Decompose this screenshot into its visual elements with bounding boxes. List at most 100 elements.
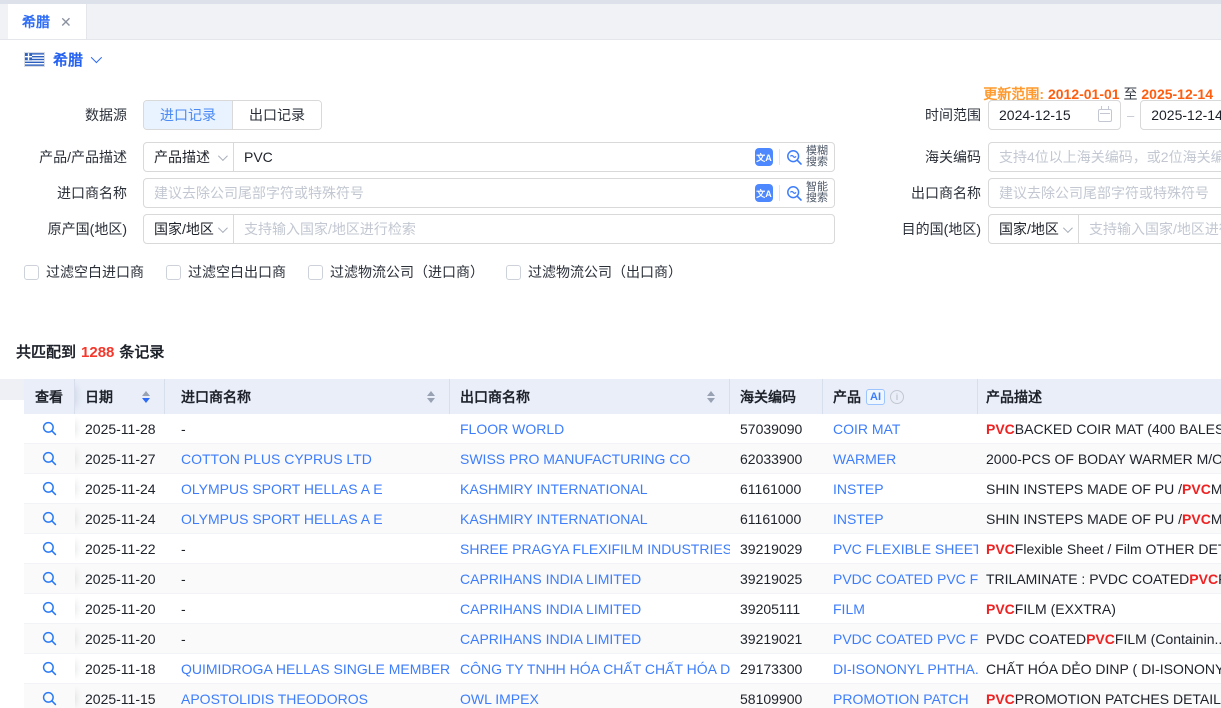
info-icon[interactable]: i [890,390,904,404]
checkbox-filter-logistics-exporter[interactable]: 过滤物流公司（出口商） [506,262,682,282]
cell-date: 2025-11-24 [75,504,165,533]
cell-exporter[interactable]: FLOOR WORLD [450,414,730,443]
cell-exporter[interactable]: KASHMIRY INTERNATIONAL [450,474,730,503]
view-magnifier-icon [42,451,57,466]
importer-input[interactable] [144,179,751,207]
greece-flag-icon [24,52,45,67]
table-row: 2025-11-22-SHREE PRAGYA FLEXIFILM INDUST… [24,534,1221,564]
cell-date: 2025-11-15 [75,684,165,708]
cell-exporter[interactable]: SHREE PRAGYA FLEXIFILM INDUSTRIES [450,534,730,563]
sort-icon[interactable] [427,391,435,403]
view-magnifier-icon [42,631,57,646]
view-button[interactable] [24,474,75,503]
date-to-input[interactable]: 2025-12-14 [1140,100,1221,130]
cell-exporter[interactable]: SWISS PRO MANUFACTURING CO [450,444,730,473]
cell-product[interactable]: PVDC COATED PVC FIL... [823,624,978,653]
view-button[interactable] [24,594,75,623]
cell-exporter[interactable]: CAPRIHANS INDIA LIMITED [450,624,730,653]
column-header-date[interactable]: 日期 [75,379,165,414]
cell-description: TRILAMINATE : PVDC COATED PVC F... [978,564,1221,593]
checkbox-icon[interactable] [166,265,181,280]
origin-country-input[interactable] [234,215,818,243]
view-button[interactable] [24,564,75,593]
filter-form: 更新范围: 2012-01-01 至 2025-12-14 数据源 进口记录 出… [0,78,1221,301]
cell-product[interactable]: INSTEP [823,504,978,533]
cell-exporter[interactable]: KASHMIRY INTERNATIONAL [450,504,730,533]
cell-exporter[interactable]: CÔNG TY TNHH HÓA CHẤT CHẤT HÓA DẺ... [450,654,730,683]
keyword-highlight: PVC [1189,571,1218,587]
origin-type-value: 国家/地区 [154,219,214,239]
table-row: 2025-11-20-CAPRIHANS INDIA LIMITED392190… [24,624,1221,654]
tab-export-records[interactable]: 出口记录 [232,101,321,129]
hs-code-input[interactable] [989,143,1221,171]
cell-product[interactable]: DI-ISONONYL PHTHA... [823,654,978,683]
column-header-exporter[interactable]: 出口商名称 [450,379,730,414]
checkbox-filter-logistics-importer[interactable]: 过滤物流公司（进口商） [308,262,484,282]
fuzzy-search-button[interactable]: 模糊搜索 [786,146,828,168]
smart-search-button[interactable]: 智能搜索 [786,182,828,204]
destination-country-input[interactable] [1079,215,1221,243]
view-button[interactable] [24,504,75,533]
checkbox-filter-blank-importer[interactable]: 过滤空白进口商 [24,262,144,282]
view-button[interactable] [24,654,75,683]
date-from-input[interactable]: 2024-12-15 [988,100,1121,130]
cell-description: SHIN INSTEPS MADE OF PU / PVC M... [978,474,1221,503]
checkbox-icon[interactable] [24,265,39,280]
cell-importer[interactable]: COTTON PLUS CYPRUS LTD [165,444,450,473]
checkbox-filter-blank-exporter[interactable]: 过滤空白出口商 [166,262,286,282]
cell-importer: - [165,564,450,593]
view-button[interactable] [24,444,75,473]
checkbox-icon[interactable] [506,265,521,280]
cell-exporter[interactable]: CAPRIHANS INDIA LIMITED [450,594,730,623]
cell-importer[interactable]: OLYMPUS SPORT HELLAS A E [165,474,450,503]
table-row: 2025-11-20-CAPRIHANS INDIA LIMITED392190… [24,564,1221,594]
cell-importer: - [165,624,450,653]
product-input[interactable] [234,143,751,171]
cell-product[interactable]: PROMOTION PATCH [823,684,978,708]
tab-greece[interactable]: 希腊 ✕ [8,4,87,39]
cell-description: PVC BACKED COIR MAT (400 BALES)... [978,414,1221,443]
cell-product[interactable]: INSTEP [823,474,978,503]
cell-exporter[interactable]: OWL IMPEX [450,684,730,708]
chevron-down-icon[interactable] [91,52,102,63]
destination-type-select[interactable]: 国家/地区 [989,215,1079,243]
view-button[interactable] [24,624,75,653]
table-row: 2025-11-24OLYMPUS SPORT HELLAS A EKASHMI… [24,474,1221,504]
cell-product[interactable]: FILM [823,594,978,623]
checkbox-icon[interactable] [308,265,323,280]
cell-product[interactable]: WARMER [823,444,978,473]
view-button[interactable] [24,534,75,563]
translate-icon[interactable]: 文A [755,148,773,166]
cell-date: 2025-11-22 [75,534,165,563]
product-type-select[interactable]: 产品描述 [144,143,234,171]
cell-importer[interactable]: APOSTOLIDIS THEODOROS [165,684,450,708]
cell-product[interactable]: PVC FLEXIBLE SHEET F... [823,534,978,563]
view-button[interactable] [24,684,75,708]
cell-description: PVC Flexible Sheet / Film OTHER DET... [978,534,1221,563]
magnifier-wave-icon [786,185,803,202]
exporter-input[interactable] [989,179,1221,207]
translate-icon[interactable]: 文A [755,184,773,202]
cell-hs-code: 39205111 [730,594,823,623]
cell-importer[interactable]: QUIMIDROGA HELLAS SINGLE MEMBER PC [165,654,450,683]
cell-exporter[interactable]: CAPRIHANS INDIA LIMITED [450,564,730,593]
column-header-product: 产品 AI i [823,379,978,414]
result-summary: 共匹配到1288条记录 [16,341,1221,362]
cell-product[interactable]: PVDC COATED PVC FIL... [823,564,978,593]
keyword-highlight: PVC [986,691,1015,707]
cell-hs-code: 39219029 [730,534,823,563]
cell-product[interactable]: COIR MAT [823,414,978,443]
keyword-highlight: PVC [1182,511,1211,527]
table-header: 查看 日期 进口商名称 出口商名称 海关编码 产品 AI i 产品描述 [24,379,1221,414]
sort-icon[interactable] [142,391,150,403]
tab-close-icon[interactable]: ✕ [60,15,72,29]
column-header-importer[interactable]: 进口商名称 [165,379,450,414]
sort-icon[interactable] [707,391,715,403]
cell-hs-code: 62033900 [730,444,823,473]
origin-input-group: 国家/地区 [143,214,835,244]
cell-importer[interactable]: OLYMPUS SPORT HELLAS A E [165,504,450,533]
origin-type-select[interactable]: 国家/地区 [144,215,234,243]
view-button[interactable] [24,414,75,443]
tab-import-records[interactable]: 进口记录 [144,101,232,129]
date-from-value: 2024-12-15 [999,107,1071,123]
